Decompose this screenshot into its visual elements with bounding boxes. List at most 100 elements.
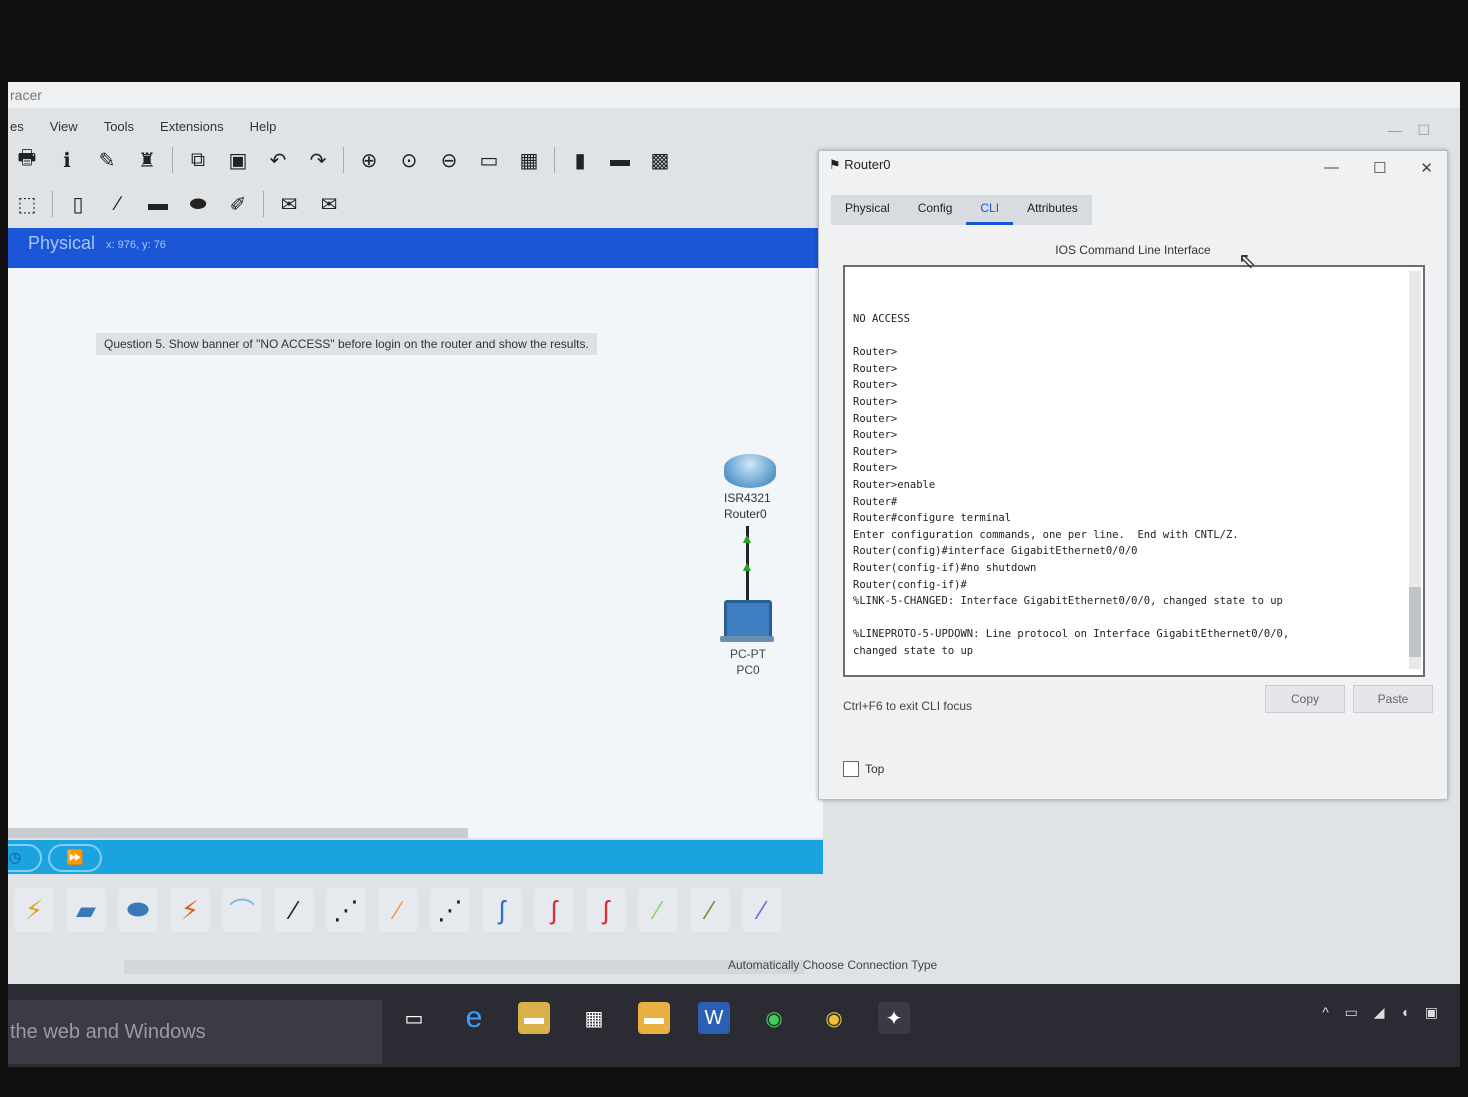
cli-console[interactable]: NO ACCESS Router> Router> Router> Router> Ro… (843, 265, 1425, 677)
task-view-icon[interactable]: ▭ (398, 1002, 430, 1034)
cli-scroll-thumb[interactable] (1409, 587, 1421, 657)
top-option[interactable]: Top (843, 761, 884, 777)
simple-pdu-icon[interactable]: ✉ (274, 190, 304, 218)
coaxial-icon[interactable]: ʃ (482, 888, 522, 932)
rectangle-icon[interactable]: ▬ (143, 190, 173, 218)
cli-line (853, 328, 1405, 345)
tab-physical[interactable]: Physical (831, 195, 904, 225)
word-icon[interactable]: W (698, 1002, 730, 1034)
copper-straight-icon[interactable]: ∕ (274, 888, 314, 932)
chrome-icon[interactable]: ◉ (818, 1002, 850, 1034)
file-explorer-icon[interactable]: ▬ (518, 1002, 550, 1034)
menu-tools[interactable]: Tools (104, 119, 134, 134)
menu-help[interactable]: Help (250, 119, 277, 134)
tab-cli[interactable]: CLI (966, 195, 1014, 225)
paste-icon[interactable]: ▣ (223, 146, 253, 174)
print-icon[interactable]: 🖶 (12, 146, 42, 174)
router-icon[interactable] (724, 454, 776, 488)
folder-icon[interactable]: ▬ (638, 1002, 670, 1034)
complex-pdu-icon[interactable]: ✉ (314, 190, 344, 218)
toolbar-divider (172, 147, 173, 173)
cli-line: NO ACCESS (853, 313, 910, 325)
cli-line: Router(config)#interface GigabitEthernet… (853, 545, 1138, 558)
ellipse-icon[interactable]: ⬬ (183, 190, 213, 218)
line-icon[interactable]: ∕ (103, 190, 133, 218)
cli-line: Router#configure terminal (853, 512, 1012, 525)
fast-forward-icon[interactable]: ⏩ (48, 844, 102, 872)
copy-button[interactable]: Copy (1265, 685, 1345, 713)
physical-tab[interactable]: Physical (28, 233, 95, 254)
tab-config[interactable]: Config (904, 195, 967, 225)
viewport-icon[interactable]: ▬ (605, 146, 635, 174)
select-icon[interactable]: ⬚ (12, 190, 42, 218)
edge-icon[interactable]: e (458, 1001, 490, 1034)
end-devices-icon[interactable]: ▰ (66, 888, 106, 932)
cli-line: Router> (853, 346, 898, 359)
device-list-scrollbar[interactable] (124, 960, 804, 974)
redo-icon[interactable]: ↷ (303, 146, 333, 174)
menu-view[interactable]: View (50, 119, 78, 134)
logical-workspace[interactable]: Question 5. Show banner of "NO ACCESS" b… (8, 268, 823, 838)
top-checkbox[interactable] (843, 761, 859, 777)
top-label: Top (865, 762, 885, 776)
main-toolbar: 🖶 ℹ ✎ ♜ ⧉ ▣ ↶ ↷ ⊕ ⊙ ⊖ ▭ ▦ ▮ ▬ ▩ (8, 142, 675, 178)
zoom-out-icon[interactable]: ⊖ (434, 146, 464, 174)
router-window-tabs: Physical Config CLI Attributes (831, 195, 1092, 225)
taskbar-apps: ▭ e ▬ ▦ ▬ W ◉ ◉ ✦ (398, 1001, 910, 1034)
copy-icon[interactable]: ⧉ (183, 146, 213, 174)
whatsapp-icon[interactable]: ◉ (758, 1002, 790, 1034)
store-icon[interactable]: ▦ (578, 1002, 610, 1034)
maximize-icon[interactable]: ☐ (1373, 159, 1386, 177)
fiber-icon[interactable]: ∕ (378, 888, 418, 932)
custom-device-icon[interactable]: ▦ (514, 146, 544, 174)
serial-dce-icon[interactable]: ʃ (534, 888, 574, 932)
network-info-icon[interactable]: ♜ (132, 146, 162, 174)
question-note[interactable]: Question 5. Show banner of "NO ACCESS" b… (96, 333, 597, 355)
iot-custom-cable-icon[interactable]: ∕ (690, 888, 730, 932)
zoom-reset-icon[interactable]: ⊙ (394, 146, 424, 174)
pc-model: PC-PT (730, 647, 766, 661)
menu-extensions[interactable]: Extensions (160, 119, 224, 134)
freeform-icon[interactable]: ✐ (223, 190, 253, 218)
usb-cable-icon[interactable]: ∕ (742, 888, 782, 932)
console-cable-icon[interactable]: ⌒ (222, 888, 262, 932)
pc-name: PC0 (736, 663, 760, 677)
info-icon[interactable]: ℹ (52, 146, 82, 174)
realtime-icon[interactable]: ◷ (8, 844, 42, 872)
cli-output[interactable]: NO ACCESS Router> Router> Router> Router> Ro… (853, 311, 1405, 659)
pc-icon[interactable] (724, 600, 772, 640)
system-tray[interactable]: ^ ▭ ◢ ◖ ▣ (1322, 1004, 1444, 1021)
components-icon[interactable]: ⬬ (118, 888, 158, 932)
note-icon[interactable]: ▯ (63, 190, 93, 218)
packet-tracer-icon[interactable]: ✦ (878, 1002, 910, 1034)
paste-button[interactable]: Paste (1353, 685, 1433, 713)
pdu-list-icon[interactable]: ▮ (565, 146, 595, 174)
close-icon[interactable]: ✕ (1420, 159, 1433, 177)
copper-cross-icon[interactable]: ⋰ (326, 888, 366, 932)
workspace-scrollbar[interactable] (8, 828, 468, 838)
serial-dte-icon[interactable]: ʃ (586, 888, 626, 932)
minimize-icon[interactable]: — (1324, 159, 1339, 177)
app-title-bar: racer (8, 82, 1460, 108)
auto-connection-icon[interactable]: ⚡ (170, 888, 210, 932)
cli-line: %LINEPROTO-5-UPDOWN: Line protocol on In… (853, 628, 1290, 641)
physical-view-bar: Physical x: 976, y: 76 (8, 228, 823, 268)
octal-cable-icon[interactable]: ∕ (638, 888, 678, 932)
connections-category-icon[interactable]: ⚡ (14, 888, 54, 932)
undo-icon[interactable]: ↶ (263, 146, 293, 174)
activity-wizard-icon[interactable]: ✎ (92, 146, 122, 174)
image-icon[interactable]: ▩ (645, 146, 675, 174)
link-status-up-icon: ▲ (740, 558, 754, 574)
app-title: racer (10, 87, 42, 103)
router-window-icon: ⚑ (829, 157, 845, 172)
realtime-bar: ◷ ⏩ (8, 840, 823, 874)
cli-line: Router(config-if)# (853, 578, 967, 591)
zoom-in-icon[interactable]: ⊕ (354, 146, 384, 174)
taskbar-search[interactable]: the web and Windows (8, 1000, 382, 1064)
menu-file[interactable]: es (10, 119, 24, 134)
drawing-palette-icon[interactable]: ▭ (474, 146, 504, 174)
toolbar-divider (554, 147, 555, 173)
phone-cable-icon[interactable]: ⋰ (430, 888, 470, 932)
router0-window: ⚑ Router0 — ☐ ✕ Physical Config CLI Attr… (818, 150, 1448, 800)
tab-attributes[interactable]: Attributes (1013, 195, 1092, 225)
